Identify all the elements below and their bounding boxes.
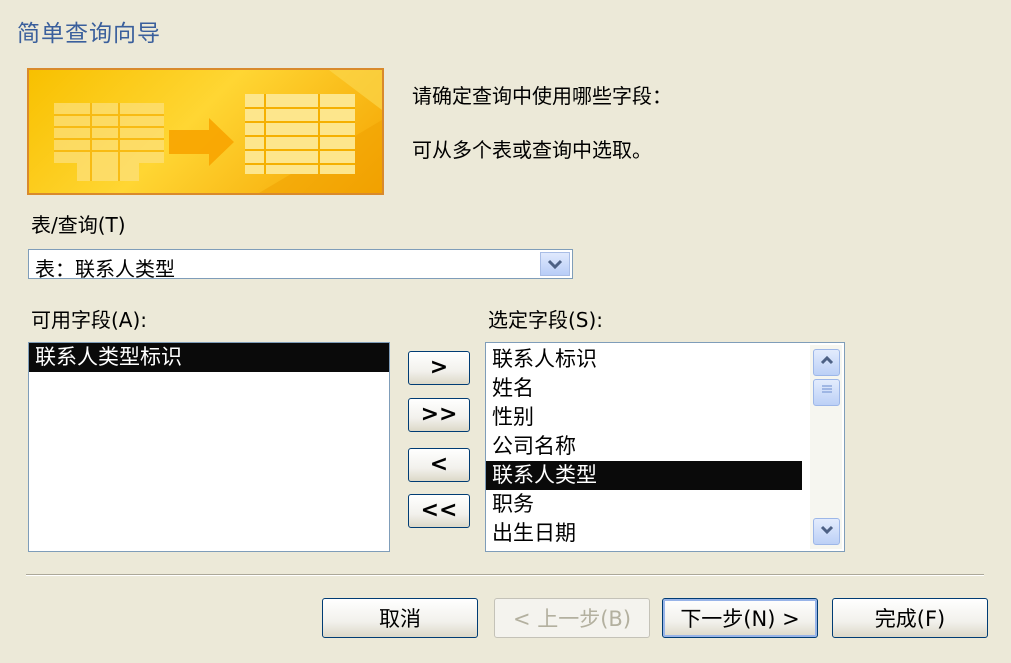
- wizard-banner-image: [27, 68, 384, 195]
- scroll-down-button[interactable]: [813, 518, 840, 545]
- title-bar: 简单查询向导: [0, 0, 1011, 55]
- scroll-up-button[interactable]: [813, 349, 840, 376]
- list-item[interactable]: 性别: [486, 403, 802, 432]
- chevron-up-icon: [820, 355, 833, 365]
- back-button[interactable]: < 上一步(B): [494, 598, 650, 638]
- list-item[interactable]: 职务: [486, 490, 802, 519]
- available-fields-label: 可用字段(A):: [31, 308, 148, 332]
- available-fields-list[interactable]: 联系人类型标识: [28, 342, 390, 552]
- source-label: 表/查询(T): [31, 213, 126, 237]
- source-combobox[interactable]: 表：联系人类型: [28, 249, 573, 281]
- list-item[interactable]: 联系人类型: [486, 461, 802, 490]
- add-all-button[interactable]: >>: [408, 398, 470, 432]
- selected-fields-list[interactable]: 联系人标识 姓名 性别 公司名称 联系人类型 职务 出生日期: [485, 342, 845, 552]
- add-one-button[interactable]: >: [408, 351, 470, 385]
- instruction-line-2: 可从多个表或查询中选取。: [412, 138, 652, 162]
- list-item[interactable]: 联系人标识: [486, 345, 802, 374]
- remove-one-button[interactable]: <: [408, 448, 470, 482]
- finish-button[interactable]: 完成(F): [832, 598, 988, 638]
- list-item[interactable]: 出生日期: [486, 519, 802, 548]
- list-item[interactable]: 姓名: [486, 374, 802, 403]
- tables-illustration-icon: [54, 70, 382, 193]
- chevron-down-icon: [820, 525, 833, 535]
- next-button[interactable]: 下一步(N) >: [662, 598, 818, 638]
- selected-fields-label: 选定字段(S):: [488, 308, 604, 332]
- list-item[interactable]: 公司名称: [486, 432, 802, 461]
- vertical-scrollbar[interactable]: [810, 345, 842, 549]
- cancel-button[interactable]: 取消: [322, 598, 478, 638]
- scroll-thumb[interactable]: [813, 379, 840, 406]
- remove-all-button[interactable]: <<: [408, 494, 470, 528]
- source-value: 表：联系人类型: [35, 257, 175, 281]
- list-item[interactable]: 联系人类型标识: [29, 343, 389, 372]
- footer-divider: [26, 574, 984, 576]
- dropdown-button[interactable]: [540, 252, 570, 276]
- chevron-down-icon: [547, 259, 563, 270]
- grip-icon: [821, 385, 832, 393]
- instruction-line-1: 请确定查询中使用哪些字段：: [412, 84, 672, 108]
- window-title: 简单查询向导: [17, 21, 161, 47]
